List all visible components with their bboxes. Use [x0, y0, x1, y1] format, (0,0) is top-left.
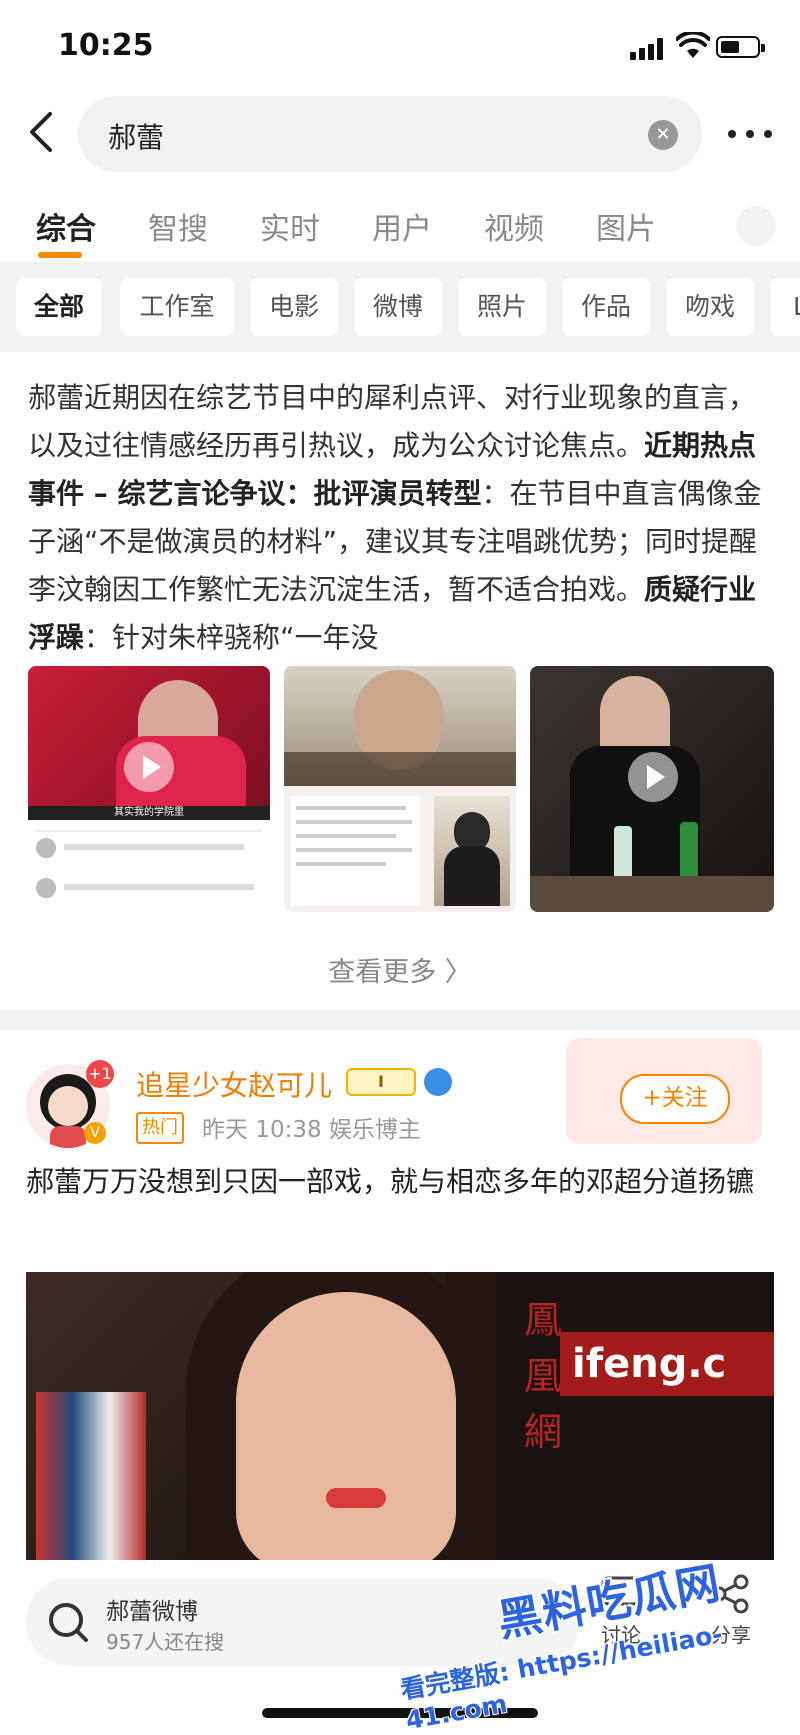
filter-chips: 全部 工作室 电影 微博 照片 作品 吻戏 L	[0, 262, 800, 352]
post-image-sign: 鳳凰網 ifeng.c	[496, 1272, 774, 1570]
chip-weibo[interactable]: 微博	[354, 278, 442, 336]
tab-videos[interactable]: 视频	[484, 204, 544, 248]
thumb1-comment-text	[64, 844, 244, 850]
thumb2-image	[284, 666, 516, 786]
back-arrow-icon[interactable]	[20, 110, 64, 154]
video-thumbnail-1[interactable]: 其实我的学院里	[28, 666, 270, 912]
summary-media-row: 其实我的学院里	[28, 666, 774, 912]
weibo-post: +1 V 追星少女赵可儿 I 热门 昨天 10:38 娱乐博主 +关注 郝蕾万万…	[0, 1030, 800, 1570]
summary-text-3: ：针对朱梓骁称“一年没	[84, 621, 379, 654]
post-image-face	[236, 1292, 456, 1570]
battery-icon	[716, 36, 765, 58]
verified-icon: V	[84, 1122, 106, 1144]
chip-photos[interactable]: 照片	[458, 278, 546, 336]
thumb1-comment-avatar	[36, 838, 56, 858]
tab-realtime[interactable]: 实时	[260, 204, 320, 248]
post-image-lips	[326, 1488, 386, 1508]
thumb3-table	[530, 876, 774, 912]
video-thumbnail-3[interactable]	[530, 666, 774, 912]
chip-partial[interactable]: L	[770, 278, 800, 336]
play-icon[interactable]	[124, 742, 174, 792]
search-input[interactable]: 郝蕾 ✕	[78, 96, 702, 172]
vip-level-badge[interactable]: I	[346, 1068, 416, 1096]
wifi-icon	[675, 30, 711, 60]
search-tabs: 综合 智搜 实时 用户 视频 图片	[0, 196, 800, 262]
hot-tag: 热门	[136, 1112, 184, 1144]
see-more-link[interactable]: 查看更多 〉	[0, 938, 800, 1008]
thumb1-comment-line	[36, 830, 262, 832]
chip-kiss-scenes[interactable]: 吻戏	[666, 278, 754, 336]
search-query: 郝蕾	[108, 121, 165, 154]
ai-summary[interactable]: 郝蕾近期因在综艺节目中的犀利点评、对行业现象的直言，以及过往情感经历再引热议，成…	[28, 374, 774, 662]
tab-comprehensive[interactable]: 综合	[36, 204, 96, 248]
follow-button[interactable]: +关注	[620, 1074, 730, 1124]
thumb2-post-text	[290, 796, 420, 906]
thumb1-caption: 其实我的学院里	[28, 806, 270, 820]
chip-movie[interactable]: 电影	[250, 278, 338, 336]
post-image[interactable]: 鳳凰網 ifeng.c	[26, 1272, 774, 1570]
notification-badge: +1	[86, 1060, 114, 1088]
play-icon[interactable]	[628, 752, 678, 802]
more-options-icon[interactable]	[726, 118, 776, 148]
tab-users[interactable]: 用户	[372, 204, 432, 248]
active-tab-indicator	[38, 252, 82, 258]
post-image-sign-text: ifeng.c	[560, 1332, 774, 1396]
search-header: 郝蕾 ✕	[0, 96, 800, 176]
section-divider	[0, 1010, 800, 1030]
related-search-title: 郝蕾微博	[106, 1599, 198, 1625]
globe-icon[interactable]	[424, 1068, 452, 1096]
username[interactable]: 追星少女赵可儿	[136, 1064, 332, 1104]
related-search-count: 957人还在搜	[106, 1630, 225, 1654]
chip-all[interactable]: 全部	[16, 278, 102, 336]
chip-works[interactable]: 作品	[562, 278, 650, 336]
thumb2-banner	[284, 752, 516, 786]
signal-icon	[630, 38, 664, 60]
thumb1-comment-avatar-2	[36, 878, 56, 898]
thumb1-comment-text-2	[64, 884, 254, 890]
post-image-books	[36, 1392, 146, 1570]
status-bar: 10:25	[0, 0, 800, 96]
chip-studio[interactable]: 工作室	[120, 278, 234, 336]
clear-icon[interactable]: ✕	[648, 120, 678, 150]
post-text[interactable]: 郝蕾万万没想到只因一部戏，就与相恋多年的邓超分道扬镳	[26, 1158, 776, 1206]
image-thumbnail-2[interactable]	[284, 666, 516, 912]
tab-smart-search[interactable]: 智搜	[148, 204, 208, 248]
post-meta: 昨天 10:38 娱乐博主	[202, 1117, 421, 1143]
search-icon	[46, 1600, 90, 1644]
tab-images[interactable]: 图片	[596, 204, 656, 248]
status-time: 10:25	[58, 28, 154, 63]
tab-extra-icon[interactable]	[736, 206, 776, 246]
thumb3-person	[600, 676, 670, 756]
thumb2-photo	[434, 796, 510, 906]
thumb1-image	[28, 666, 270, 816]
